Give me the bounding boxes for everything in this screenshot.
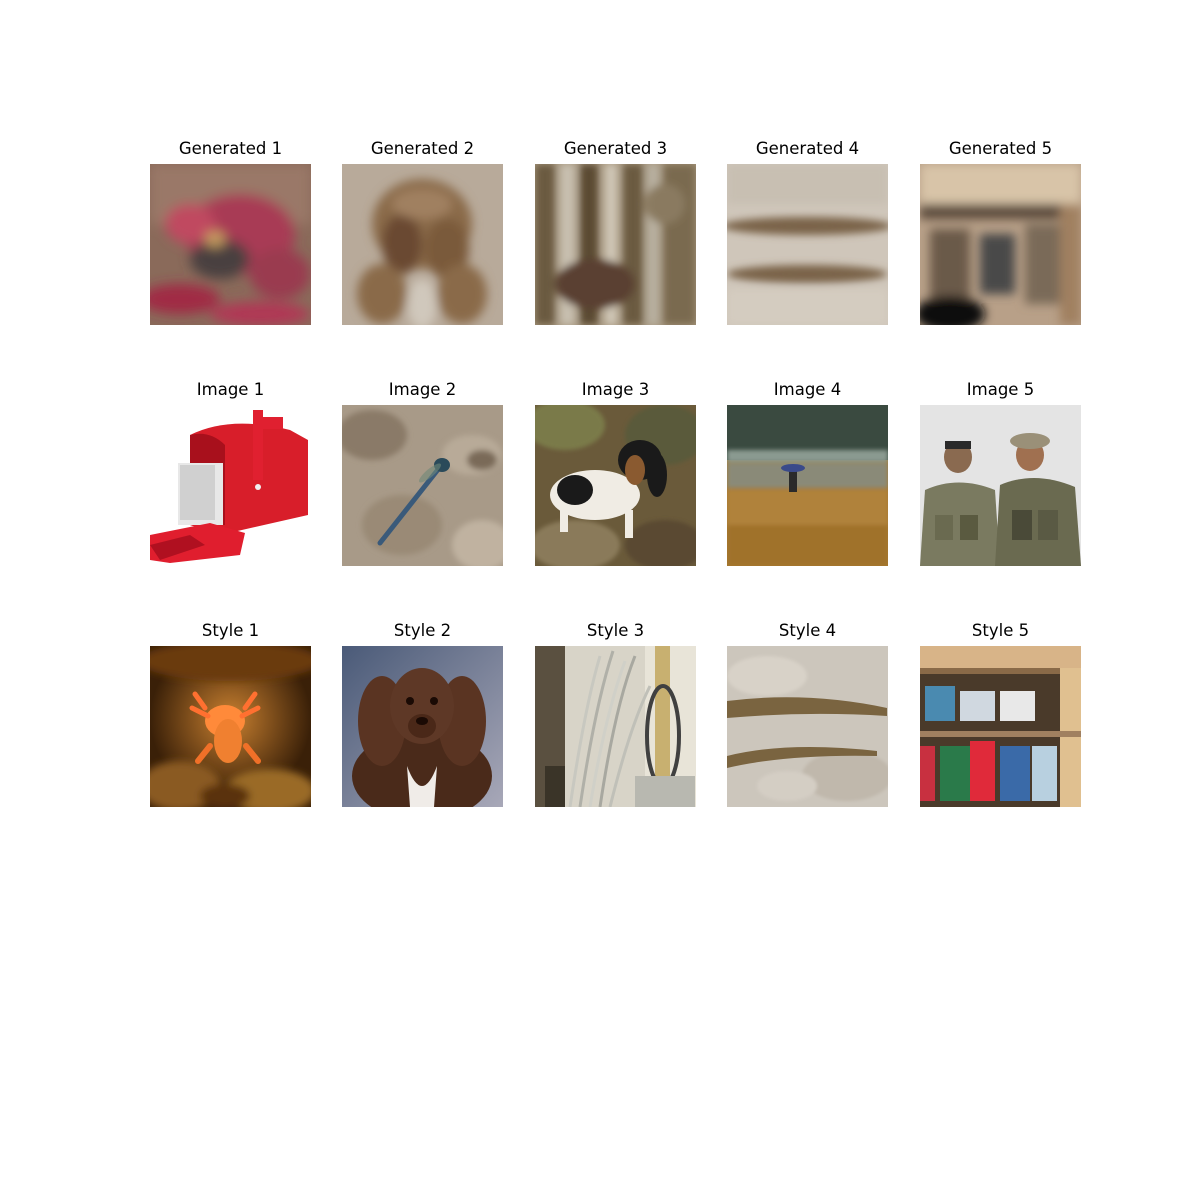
cell-title: Image 5 [966,380,1035,399]
blurry-horizontal-bands-image [727,164,888,325]
cell-title: Generated 5 [948,139,1053,158]
dragonfly-on-sand-image [342,405,503,566]
basset-puppy-image [535,405,696,566]
cell-title: Style 5 [971,621,1030,640]
blurry-red-blob-image [150,164,311,325]
cell-title: Style 2 [393,621,452,640]
spaniel-portrait-image [342,646,503,807]
cell-title: Image 3 [581,380,650,399]
cell-title: Style 1 [201,621,260,640]
blurry-striped-image [535,164,696,325]
cell-title: Image 1 [196,380,265,399]
two-soldiers-image [920,405,1081,566]
cell-title: Image 4 [773,380,842,399]
eels-on-sand-image [727,646,888,807]
cell-title: Generated 4 [755,139,860,158]
red-mailbox-image [150,405,311,566]
cell-title: Generated 3 [563,139,668,158]
blurry-brown-dog-image [342,164,503,325]
cell-title: Style 4 [778,621,837,640]
blurry-cabinet-image [920,164,1081,325]
beach-person-image [727,405,888,566]
axolotl-image [150,646,311,807]
cell-title: Generated 2 [370,139,475,158]
cupboard-bottles-image [920,646,1081,807]
cell-title: Generated 1 [178,139,283,158]
whisks-in-jar-image [535,646,696,807]
cell-title: Style 3 [586,621,645,640]
cell-title: Image 2 [388,380,457,399]
